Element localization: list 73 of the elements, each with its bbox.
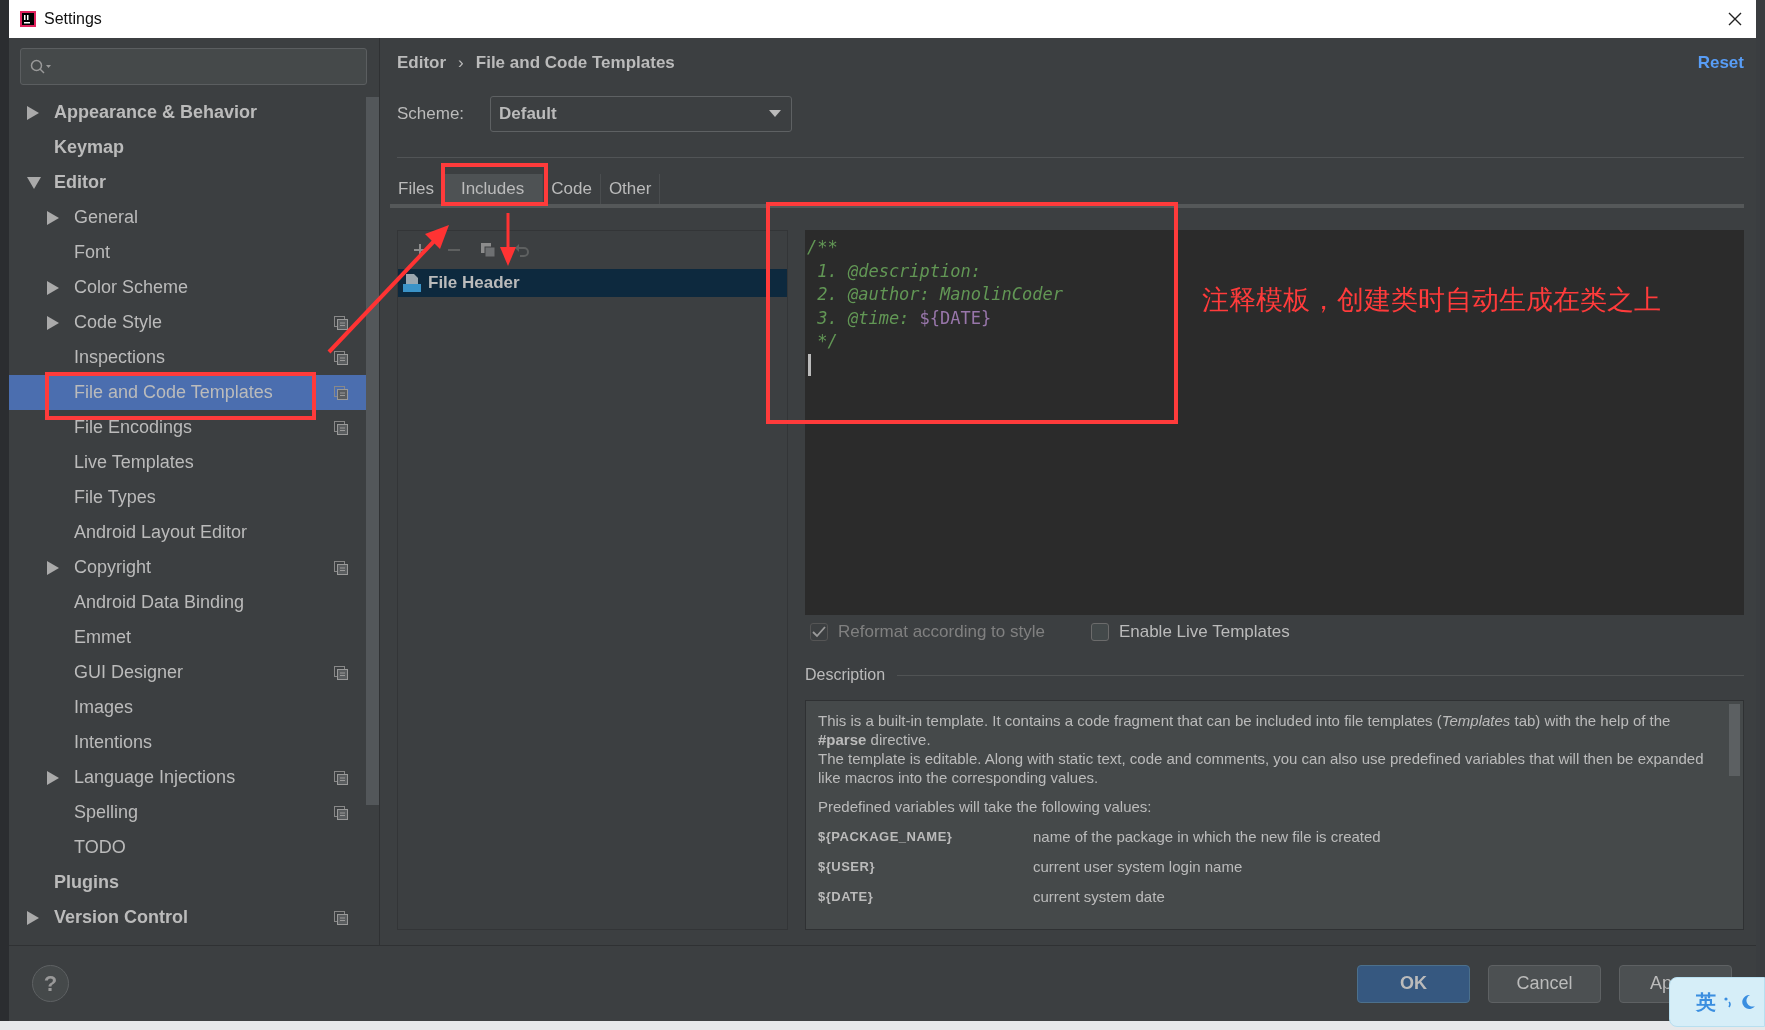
section-title: Description	[805, 666, 886, 684]
tree-item[interactable]: Images	[9, 690, 366, 725]
tree-item[interactable]: Appearance & Behavior	[9, 95, 366, 130]
tree-item[interactable]: Code Style	[9, 305, 366, 340]
tab[interactable]: Other	[600, 174, 661, 204]
description-text: Predefined variables will take the following values:	[818, 797, 1153, 816]
tree-item[interactable]: Version Control	[9, 900, 366, 935]
close-icon[interactable]	[1728, 12, 1742, 26]
annotation-arrow	[498, 213, 518, 267]
description-text: This is a built-in template. It contains a code fragment that can be included into file templates (Templates tab) with the help of the #parse directive.	[818, 711, 1672, 749]
moon-icon	[1740, 994, 1756, 1010]
file-icon	[402, 273, 422, 293]
variable-description: current system date	[1033, 888, 1165, 906]
tree-item[interactable]: Editor	[9, 165, 366, 200]
tree-item[interactable]: Keymap	[9, 130, 366, 165]
tree-item[interactable]: Android Data Binding	[9, 585, 366, 620]
help-button[interactable]: ?	[32, 965, 69, 1002]
copy-icon[interactable]	[480, 242, 496, 258]
breadcrumb-item[interactable]: File and Code Templates	[475, 53, 675, 73]
scheme-label: Scheme:	[397, 104, 466, 124]
checkbox[interactable]	[1090, 622, 1109, 641]
tree-item[interactable]: Emmet	[9, 620, 366, 655]
breadcrumb-separator: ›	[458, 53, 464, 73]
tree-item[interactable]: Copyright	[9, 550, 366, 585]
punctuation-icon	[1724, 996, 1732, 1008]
tree-item[interactable]: Color Scheme	[9, 270, 366, 305]
tree-item[interactable]: Spelling	[9, 795, 366, 830]
variable-description: name of the package in which the new file is created	[1033, 828, 1381, 846]
tree-item[interactable]: Live Templates	[9, 445, 366, 480]
tree-item[interactable]: Inspections	[9, 340, 366, 375]
tree-item[interactable]: Intentions	[9, 725, 366, 760]
checkbox-label[interactable]: Enable Live Templates	[1118, 621, 1290, 642]
variable-name: ${PACKAGE_NAME}	[818, 828, 954, 846]
scrollbar-thumb[interactable]	[1729, 704, 1740, 776]
tree-item[interactable]: Font	[9, 235, 366, 270]
caret-icon	[769, 110, 781, 118]
tab[interactable]: Code	[543, 174, 601, 204]
breadcrumb-item[interactable]: Editor	[397, 53, 447, 73]
tree-item[interactable]: Language Injections	[9, 760, 366, 795]
tree-item[interactable]: GUI Designer	[9, 655, 366, 690]
tree-item[interactable]: File Encodings	[9, 410, 366, 445]
variable-name: ${DATE}	[818, 888, 875, 906]
text-cursor	[808, 353, 811, 376]
tree-item[interactable]: File Types	[9, 480, 366, 515]
scheme-dropdown[interactable]: Default	[490, 96, 792, 132]
scrollbar-thumb[interactable]	[366, 97, 379, 805]
tab[interactable]: Includes	[442, 174, 544, 204]
window-title: Settings	[44, 10, 103, 28]
input-method-toast[interactable]: 英	[1669, 977, 1765, 1027]
reset-link[interactable]: Reset	[1697, 53, 1744, 73]
variable-description: current user system login name	[1033, 858, 1243, 876]
code-line: 1. @description:	[816, 259, 981, 283]
checkmark-icon	[812, 625, 826, 638]
search-field[interactable]	[20, 48, 367, 85]
tree-item[interactable]: Android Layout Editor	[9, 515, 366, 550]
code-line: 3. @time: ${DATE}	[816, 306, 992, 330]
annotation-text: 注释模板，创建类时自动生成在类之上	[1202, 283, 1661, 317]
code-line: */	[816, 330, 838, 353]
code-line: 2. @author: ManolinCoder	[816, 283, 1063, 306]
tree-item[interactable]: General	[9, 200, 366, 235]
search-icon	[30, 58, 52, 75]
template-item[interactable]: File Header	[398, 269, 787, 297]
code-line: /**	[807, 236, 838, 259]
dialog-button[interactable]: Cancel	[1488, 964, 1601, 1003]
app-icon	[20, 11, 36, 27]
tab[interactable]: Files	[390, 174, 443, 204]
tree-item[interactable]: TODO	[9, 830, 366, 865]
ime-mode-label: 英	[1696, 988, 1716, 1016]
tree-item[interactable]: Plugins	[9, 865, 366, 900]
undo-icon[interactable]	[514, 242, 530, 258]
variable-name: ${USER}	[818, 858, 876, 876]
description-text: The template is editable. Along with static text, code and comments, you can also use predefined variables that will then be expanded like macros into the corresponding values.	[818, 749, 1705, 787]
ok-button[interactable]: OK	[1357, 964, 1470, 1003]
